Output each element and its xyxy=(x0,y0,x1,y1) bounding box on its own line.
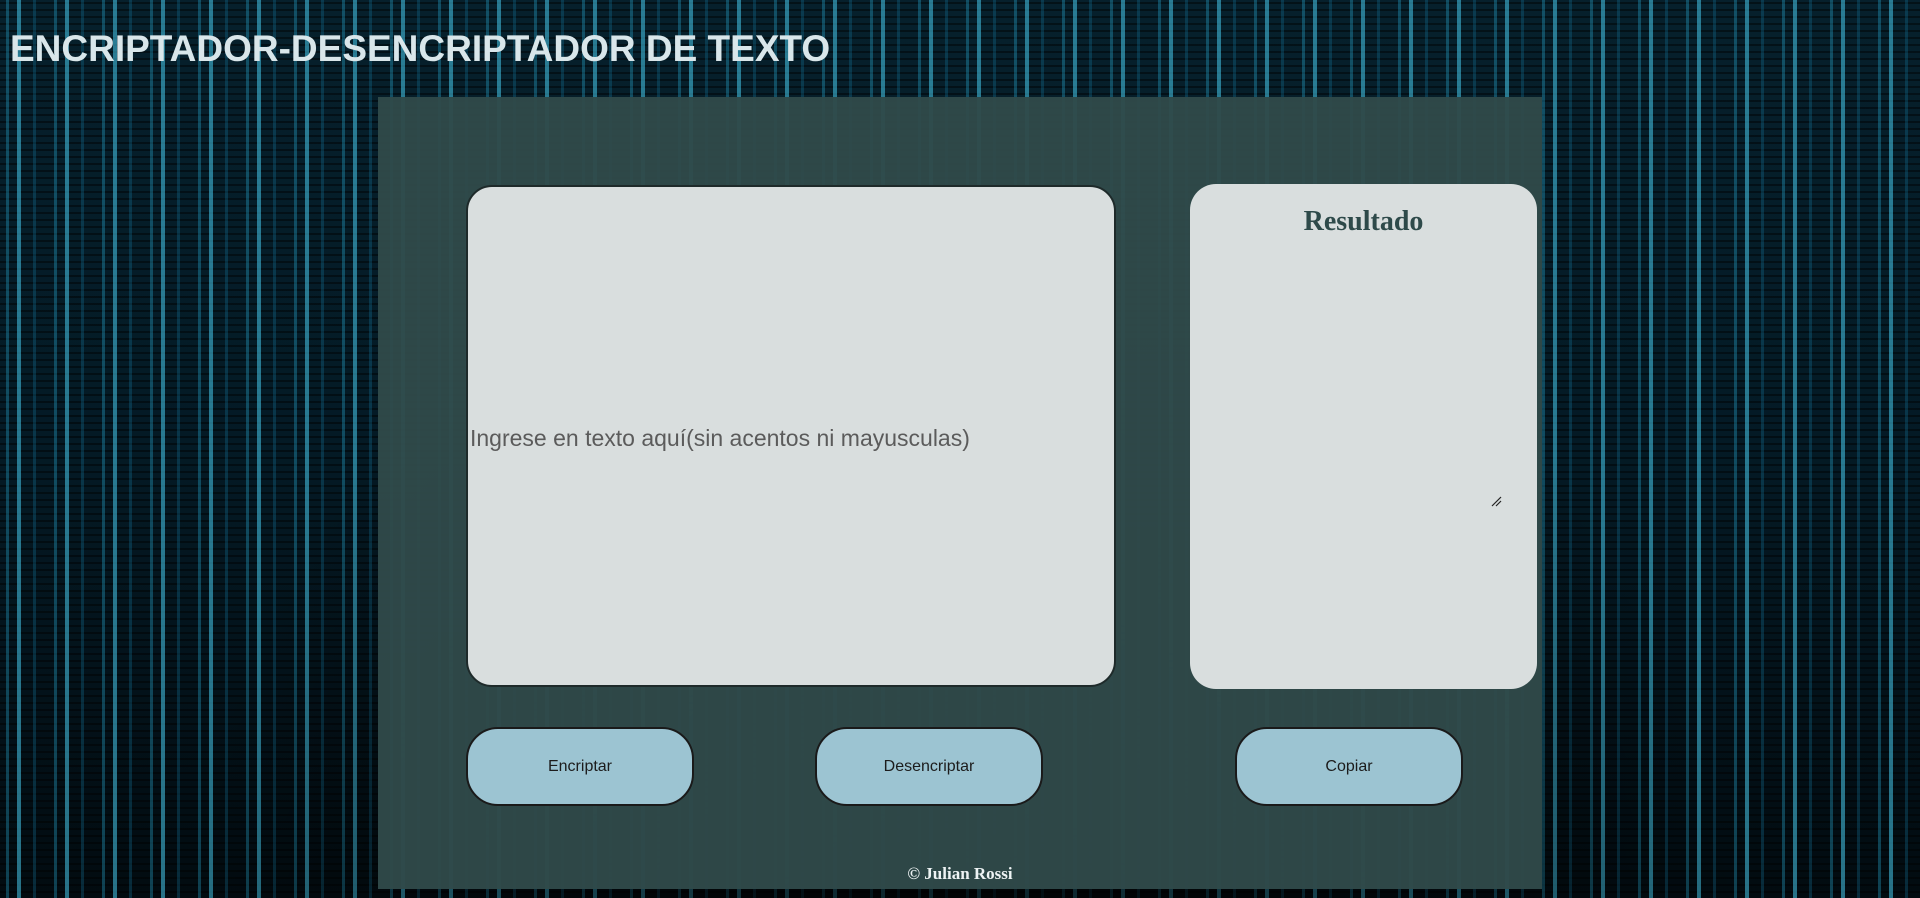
resize-grip-icon[interactable] xyxy=(1490,494,1502,507)
decrypt-button[interactable]: Desencriptar xyxy=(815,727,1043,806)
text-input[interactable] xyxy=(466,185,1116,687)
copy-button[interactable]: Copiar xyxy=(1235,727,1463,806)
result-panel: Resultado xyxy=(1190,184,1537,689)
page-title: ENCRIPTADOR-DESENCRIPTADOR DE TEXTO xyxy=(10,28,831,69)
main-panel: Resultado Encriptar Desencriptar Copiar … xyxy=(378,97,1542,889)
result-title: Resultado xyxy=(1303,206,1424,237)
footer-credit: © Julian Rossi xyxy=(907,864,1013,883)
encrypt-button[interactable]: Encriptar xyxy=(466,727,694,806)
